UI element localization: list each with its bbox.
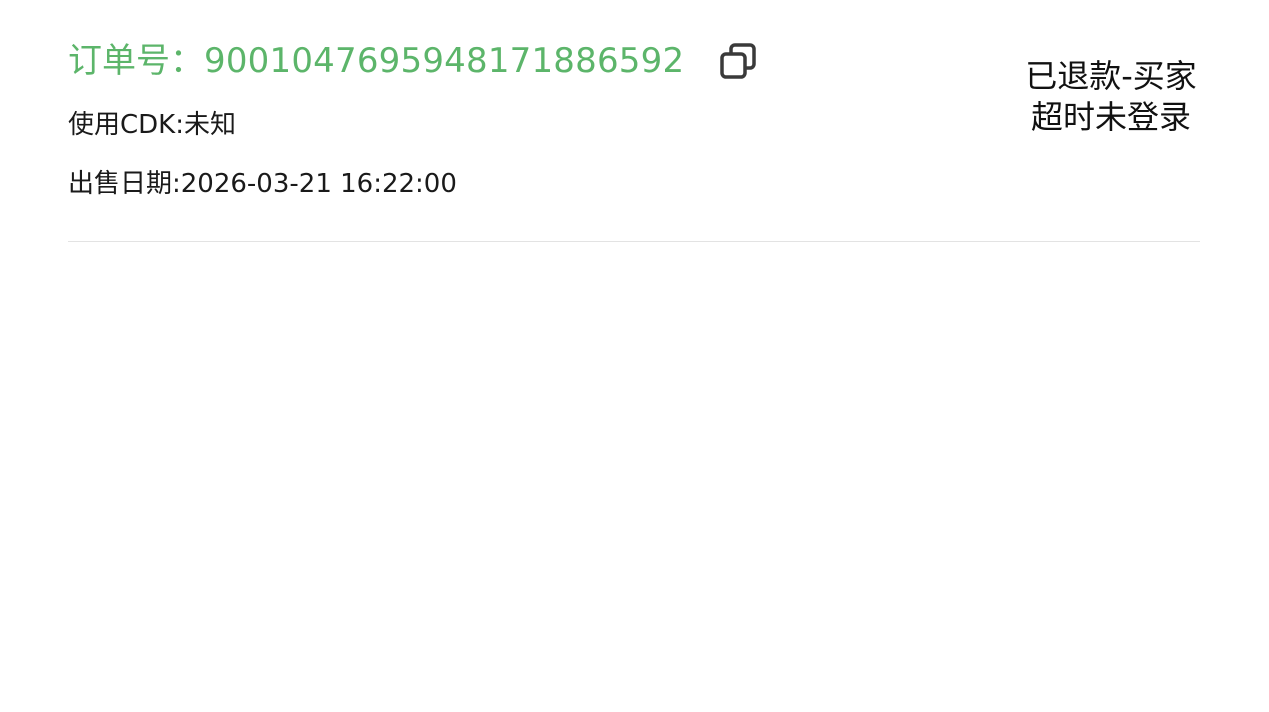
- copy-order-number-button[interactable]: [716, 39, 760, 83]
- order-number-row: 订单号： 9001047695948171886592: [68, 38, 760, 84]
- order-card: 订单号： 9001047695948171886592 使用CDK:未知 出售日…: [68, 0, 1200, 242]
- cdk-info: 使用CDK:未知: [68, 110, 236, 140]
- order-number-value: 9001047695948171886592: [204, 41, 685, 81]
- order-number-label: 订单号：: [68, 41, 204, 81]
- copy-icon: [720, 43, 757, 79]
- sale-date-info: 出售日期:2026-03-21 16:22:00: [68, 169, 457, 199]
- order-status: 已退款-买家超时未登录: [1025, 57, 1197, 136]
- order-list-page: 订单号： 9001047695948171886592 使用CDK:未知 出售日…: [0, 0, 1269, 712]
